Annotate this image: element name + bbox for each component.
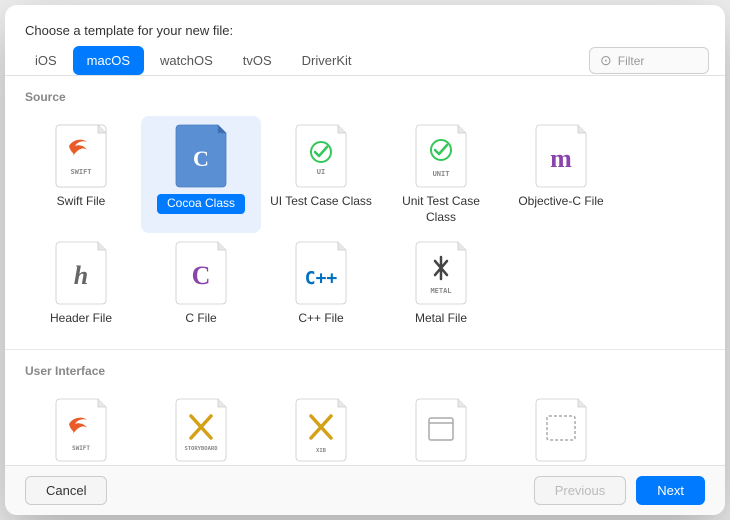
c-file-icon2: C bbox=[175, 241, 227, 305]
template-cocoa-class[interactable]: C Cocoa Class bbox=[141, 116, 261, 233]
swift-file-icon: SWIFT bbox=[55, 124, 107, 188]
c-file-label: C File bbox=[185, 311, 216, 327]
template-ui-test-case[interactable]: UI UI Test Case Class bbox=[261, 116, 381, 233]
filter-icon: ⊙ bbox=[600, 52, 612, 69]
cancel-button[interactable]: Cancel bbox=[25, 476, 107, 505]
tab-macos[interactable]: macOS bbox=[73, 46, 144, 75]
svg-text:C: C bbox=[192, 261, 211, 290]
svg-text:METAL: METAL bbox=[430, 287, 451, 295]
swiftui-icon: SWIFT bbox=[55, 398, 107, 462]
cocoa-class-icon: C bbox=[175, 124, 227, 188]
ui-section-header: User Interface bbox=[5, 354, 725, 384]
filter-placeholder: Filter bbox=[618, 54, 645, 68]
objc-label: Objective-C File bbox=[518, 194, 603, 210]
template-cpp-file[interactable]: C++ C++ File bbox=[261, 233, 381, 335]
template-objective-c[interactable]: m Objective-C File bbox=[501, 116, 621, 233]
previous-button[interactable]: Previous bbox=[534, 476, 627, 505]
template-metal-file[interactable]: METAL Metal File bbox=[381, 233, 501, 335]
header-icon: h bbox=[55, 241, 107, 305]
svg-text:UNIT: UNIT bbox=[433, 170, 450, 178]
template-view[interactable]: View bbox=[501, 390, 621, 465]
dialog-footer: Cancel Previous Next bbox=[5, 465, 725, 515]
source-grid: SWIFT Swift File C Cocoa Class bbox=[5, 110, 725, 345]
template-application[interactable]: XIB Application bbox=[261, 390, 381, 465]
template-c-file[interactable]: C C File bbox=[141, 233, 261, 335]
svg-text:UI: UI bbox=[317, 168, 325, 176]
cpp-icon: C++ bbox=[295, 241, 347, 305]
metal-icon: METAL bbox=[415, 241, 467, 305]
window-icon bbox=[415, 398, 467, 462]
new-file-dialog: Choose a template for your new file: iOS… bbox=[5, 5, 725, 515]
template-swift-file[interactable]: SWIFT Swift File bbox=[21, 116, 141, 233]
view-icon bbox=[535, 398, 587, 462]
template-storyboard[interactable]: STORYBOARD Storyboard bbox=[141, 390, 261, 465]
tab-driverkit[interactable]: DriverKit bbox=[288, 46, 366, 75]
storyboard-icon: STORYBOARD bbox=[175, 398, 227, 462]
source-section-header: Source bbox=[5, 80, 725, 110]
metal-label: Metal File bbox=[415, 311, 467, 327]
template-header-file[interactable]: h Header File bbox=[21, 233, 141, 335]
ui-grid: SWIFT SwiftUI View STORYBOARD bbox=[5, 384, 725, 465]
filter-input[interactable]: ⊙ Filter bbox=[589, 47, 709, 74]
ui-test-icon: UI bbox=[295, 124, 347, 188]
svg-text:h: h bbox=[74, 261, 88, 290]
template-content: Source SWIFT Swift File bbox=[5, 76, 725, 465]
template-unit-test-case[interactable]: UNIT Unit Test Case Class bbox=[381, 116, 501, 233]
ui-test-case-label: UI Test Case Class bbox=[270, 194, 372, 210]
header-label: Header File bbox=[50, 311, 112, 327]
objc-icon: m bbox=[535, 124, 587, 188]
unit-test-icon: UNIT bbox=[415, 124, 467, 188]
footer-right: Previous Next bbox=[534, 476, 705, 505]
svg-text:C: C bbox=[193, 146, 209, 171]
tab-tvos[interactable]: tvOS bbox=[229, 46, 286, 75]
unit-test-case-label: Unit Test Case Class bbox=[387, 194, 495, 225]
tab-ios[interactable]: iOS bbox=[21, 46, 71, 75]
next-button[interactable]: Next bbox=[636, 476, 705, 505]
section-divider bbox=[5, 349, 725, 350]
svg-text:SWIFT: SWIFT bbox=[70, 168, 91, 176]
svg-text:STORYBOARD: STORYBOARD bbox=[184, 446, 218, 452]
template-swiftui-view[interactable]: SWIFT SwiftUI View bbox=[21, 390, 141, 465]
swift-file-label: Swift File bbox=[57, 194, 106, 210]
template-window[interactable]: Window bbox=[381, 390, 501, 465]
tab-watchos[interactable]: watchOS bbox=[146, 46, 227, 75]
cocoa-class-label: Cocoa Class bbox=[157, 194, 245, 214]
svg-text:XIB: XIB bbox=[316, 448, 327, 454]
cpp-label: C++ File bbox=[298, 311, 343, 327]
dialog-prompt: Choose a template for your new file: bbox=[5, 5, 725, 46]
svg-text:SWIFT: SWIFT bbox=[72, 445, 90, 452]
svg-text:m: m bbox=[550, 144, 572, 173]
application-icon: XIB bbox=[295, 398, 347, 462]
platform-tabs: iOS macOS watchOS tvOS DriverKit ⊙ Filte… bbox=[5, 46, 725, 76]
svg-text:C++: C++ bbox=[305, 268, 338, 289]
